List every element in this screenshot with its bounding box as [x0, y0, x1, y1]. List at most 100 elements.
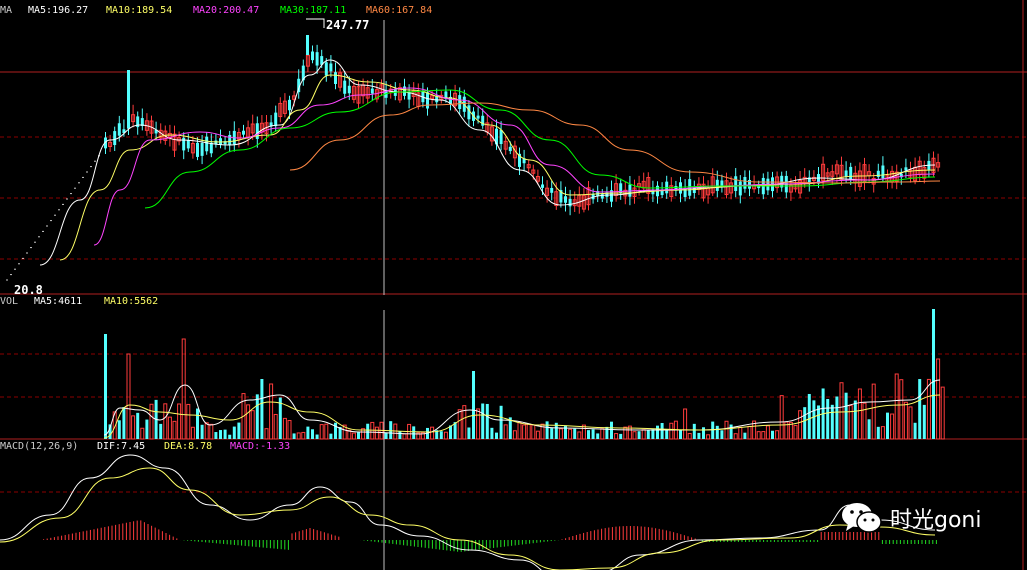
volume-bar-up	[747, 425, 752, 440]
volume-bar-down	[619, 433, 623, 439]
volume-bar-up	[687, 432, 692, 440]
volume-bar-up	[839, 382, 844, 440]
volume-bar-up	[614, 433, 619, 440]
volume-bar-down	[771, 430, 774, 439]
candle-down	[600, 194, 604, 199]
candle-down	[370, 88, 374, 94]
volume-bar-up	[761, 431, 766, 440]
wechat-icon	[840, 500, 884, 536]
volume-bar-down	[679, 430, 682, 439]
volume-bar-up	[600, 428, 605, 440]
volume-bar-up	[775, 430, 780, 440]
vol-ma10-label: MA10:5562	[104, 296, 159, 307]
candle-down	[508, 146, 512, 152]
volume-bar-down	[637, 431, 641, 439]
ma20-label: MA20:200.47	[193, 5, 260, 16]
volume-bar-up	[402, 433, 407, 440]
volume-bar-up	[733, 433, 738, 440]
volume-bar-up	[632, 431, 637, 440]
volume-bar-down	[237, 422, 241, 439]
volume-bar-up	[890, 413, 895, 440]
volume-bar-down	[807, 393, 811, 439]
volume-bar-up	[301, 431, 306, 440]
low-price-label: 20.8	[14, 283, 43, 297]
candle-down	[715, 179, 719, 191]
volume-bar-up	[374, 426, 379, 440]
candle-down	[113, 131, 117, 146]
volume-bar-down	[697, 432, 701, 439]
volume-bar-down	[228, 434, 232, 439]
volume-bar-down	[844, 392, 848, 439]
volume-bar-down	[665, 430, 669, 439]
volume-bar-down	[660, 422, 664, 439]
volume-bar-down	[219, 430, 222, 439]
volume-bar-down	[656, 425, 659, 439]
candle-down	[568, 198, 572, 207]
stock-chart-window[interactable]: MA MA5:196.27 MA10:189.54 MA20:200.47 MA…	[0, 0, 1027, 570]
candle-down	[743, 177, 747, 189]
volume-bar-up	[683, 408, 688, 440]
volume-bar-down	[702, 427, 705, 439]
volume-bar-down	[743, 432, 747, 439]
candle-down	[306, 35, 309, 55]
volume-bar-up	[765, 425, 770, 440]
chart-canvas[interactable]	[0, 0, 1027, 570]
volume-bar-down	[918, 379, 922, 439]
volume-bar-up	[857, 388, 862, 440]
volume-bar-up	[862, 402, 867, 440]
watermark: 时光goni	[840, 500, 981, 536]
volume-bar-down	[729, 424, 733, 439]
candle-down	[720, 180, 724, 186]
volume-bar-down	[334, 422, 337, 439]
ma5-line	[39, 59, 936, 266]
volume-bar-up	[140, 427, 145, 440]
volume-bar-up	[287, 420, 292, 440]
volume-bar-down	[817, 405, 820, 439]
candle-down	[876, 170, 880, 177]
volume-bar-down	[412, 426, 416, 439]
high-marker	[306, 18, 325, 28]
volume-bar-up	[936, 358, 941, 440]
candle-down	[242, 130, 245, 135]
volume-bar-up	[250, 410, 255, 440]
volume-bar-up	[738, 426, 743, 440]
candle-down	[255, 123, 259, 139]
candle-down	[324, 62, 328, 76]
volume-bar-down	[853, 400, 857, 439]
macd-indicator-name: MACD(12,26,9)	[0, 441, 79, 452]
ma10-line	[59, 74, 936, 261]
volume-bar-up	[282, 417, 287, 440]
candle-down	[186, 140, 190, 149]
candle-down	[881, 165, 885, 179]
volume-bar-down	[398, 431, 402, 439]
volume-bar-up	[517, 422, 522, 440]
candle-down	[679, 182, 682, 194]
volume-bar-down	[292, 433, 296, 439]
volume-bar-up	[926, 378, 931, 440]
candle-down	[738, 181, 742, 196]
volume-bar-down	[472, 371, 475, 439]
volume-bar-down	[886, 412, 889, 439]
volume-bar-down	[913, 422, 917, 439]
volume-bar-down	[145, 419, 149, 439]
volume-bar-down	[605, 426, 609, 439]
candle-down	[564, 196, 567, 203]
candle-down	[117, 123, 121, 136]
candle-down	[274, 112, 278, 127]
volume-bar-up	[131, 415, 136, 440]
volume-bar-down	[587, 430, 590, 439]
volume-bar-down	[122, 407, 126, 439]
volume-bar-down	[646, 429, 650, 439]
volume-bar-down	[596, 433, 600, 439]
volume-bar-down	[922, 404, 926, 439]
volume-bar-up	[172, 420, 177, 440]
volume-bar-down	[564, 425, 567, 439]
volume-bar-up	[880, 426, 885, 440]
volume-bar-down	[803, 407, 807, 439]
candle-down	[343, 80, 347, 94]
vol-ma5-label: MA5:4611	[34, 296, 83, 307]
ma10-label: MA10:189.54	[106, 5, 173, 16]
volume-indicator-name: VOL	[0, 296, 19, 307]
volume-bar-down	[932, 309, 935, 439]
ma60-label: MA60:167.84	[366, 5, 433, 16]
